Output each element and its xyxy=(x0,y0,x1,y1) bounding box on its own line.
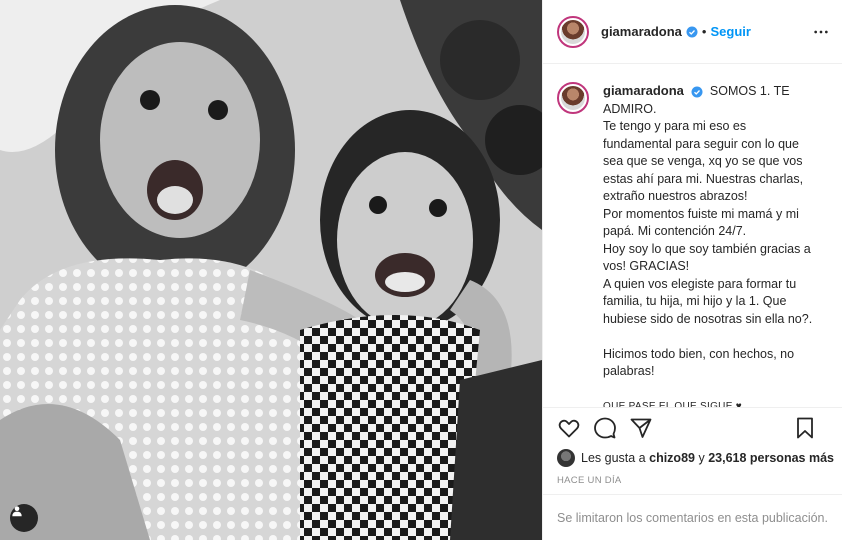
likes-count-link[interactable]: 23,618 personas más xyxy=(708,451,834,465)
photo-illustration xyxy=(0,0,542,540)
caption-line: Por momentos fuiste mi mamá y mi xyxy=(603,206,799,221)
post-photo[interactable] xyxy=(0,0,542,540)
comment-icon[interactable] xyxy=(593,416,617,440)
avatar[interactable] xyxy=(557,82,589,114)
post-side-panel: giamaradona • Seguir giamaradona SOMOS 1… xyxy=(542,0,842,540)
likes-summary: Les gusta a chizo89 y 23,618 personas má… xyxy=(557,448,837,468)
caption-line: palabras! xyxy=(603,364,655,378)
caption-line: Hicimos todo bien, con hechos, no xyxy=(603,346,795,361)
likes-prefix: Les gusta a xyxy=(581,451,646,465)
caption-username[interactable]: giamaradona xyxy=(603,83,684,98)
caption-line: estas ahí para mi. Nuestras charlas, xyxy=(603,171,804,186)
caption: giamaradona SOMOS 1. TE ADMIRO. Te tengo… xyxy=(557,82,829,408)
caption-line: papá. Mi contención 24/7. xyxy=(603,224,747,238)
caption-line: Hoy soy lo que soy también gracias a xyxy=(603,241,811,256)
caption-line: A quien vos elegiste para formar tu xyxy=(603,276,797,291)
heart-icon[interactable] xyxy=(557,416,581,440)
separator-dot: • xyxy=(701,24,707,39)
user-tag-icon xyxy=(12,506,22,517)
post-time[interactable]: HACE UN DÍA xyxy=(557,475,622,486)
username-link[interactable]: giamaradona xyxy=(601,24,682,39)
caption-line: vos! GRACIAS! xyxy=(603,259,690,273)
likes-joiner: y xyxy=(698,451,705,465)
follow-button[interactable]: Seguir xyxy=(710,24,750,39)
post-header: giamaradona • Seguir xyxy=(543,0,842,64)
caption-line: Te tengo y para mi eso es xyxy=(603,119,747,133)
tag-button[interactable] xyxy=(10,504,38,532)
caption-line: fundamental para seguir con lo que xyxy=(603,136,799,151)
caption-line: sea que se venga, xq yo se que vos xyxy=(603,154,803,168)
avatar[interactable] xyxy=(557,15,589,48)
liker-avatar[interactable] xyxy=(557,449,575,467)
liker-username[interactable]: chizo89 xyxy=(649,451,695,465)
paper-plane-icon[interactable] xyxy=(629,416,653,440)
more-options-icon[interactable] xyxy=(813,24,829,40)
caption-line: hubiese sido de nosotras sin ella no?. xyxy=(603,311,813,326)
verified-badge-icon xyxy=(691,86,703,98)
caption-line: extraño nuestros abrazos! xyxy=(603,189,748,203)
action-bar xyxy=(543,408,842,448)
comments-disabled-notice: Se limitaron los comentarios en esta pub… xyxy=(543,494,842,540)
bookmark-icon[interactable] xyxy=(793,416,817,440)
caption-signoff: QUE PASE EL QUE SIGUE ♥ xyxy=(603,401,742,408)
verified-badge-icon xyxy=(686,26,698,37)
caption-line: familia, tu hija, mi hijo y la 1. Que xyxy=(603,294,787,308)
comments-area[interactable]: giamaradona SOMOS 1. TE ADMIRO. Te tengo… xyxy=(543,64,842,408)
